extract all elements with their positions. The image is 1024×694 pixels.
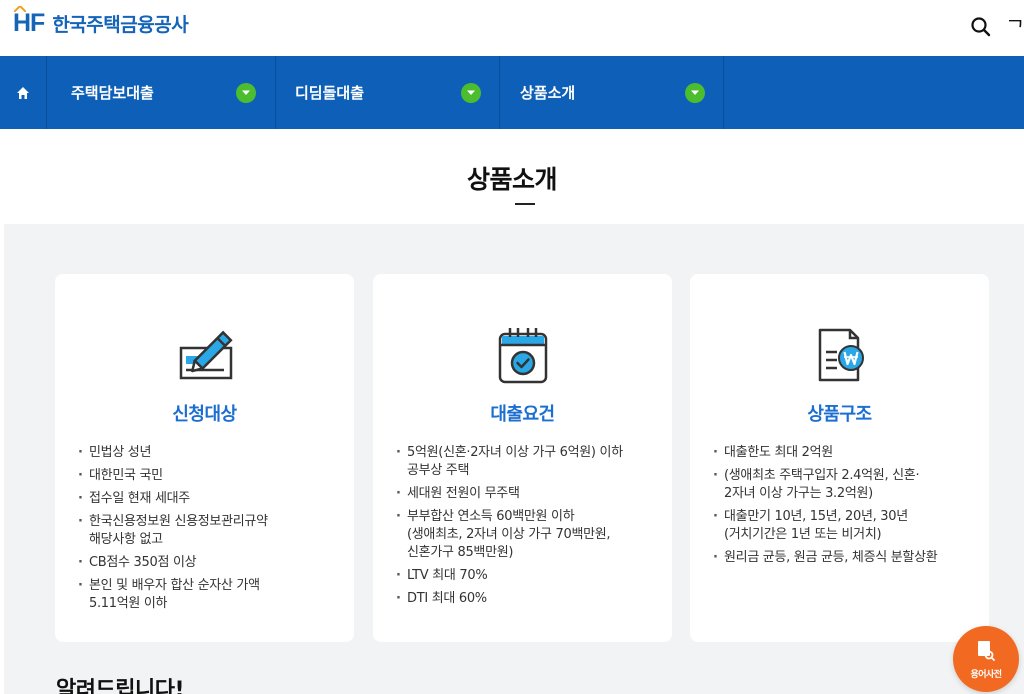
list-item: 대한민국 국민 xyxy=(77,467,340,485)
glossary-button[interactable]: 용어사전 xyxy=(953,626,1019,692)
list-item: CB점수 350점 이상 xyxy=(77,554,340,572)
logo-text: 한국주택금융공사 xyxy=(52,13,189,36)
home-icon[interactable] xyxy=(0,56,46,129)
page-title: 상품소개 xyxy=(466,165,558,194)
list-item: 원리금 균등, 원금 균등, 체증식 분할상환 xyxy=(712,549,975,567)
nav-item-mortgage[interactable]: 주택담보대출 xyxy=(47,56,276,129)
nav-item-product-intro[interactable]: 상품소개 xyxy=(500,56,724,129)
list-item: 세대원 전원이 무주택 xyxy=(395,485,658,503)
list-item: 민법상 성년 xyxy=(77,444,340,462)
logo-mark: HF xyxy=(13,5,45,38)
list-item: 5억원(신혼·2자녀 이상 가구 6억원) 이하공부상 주택 xyxy=(395,444,658,480)
card-title: 상품구조 xyxy=(807,404,872,425)
list-item: DTI 최대 60% xyxy=(395,590,658,608)
list-item: 부부합산 연소득 60백만원 이하(생애최초, 2자녀 이상 가구 70백만원,… xyxy=(395,508,658,562)
nav-item-label: 주택담보대출 xyxy=(71,84,154,102)
main-nav: 주택담보대출 디딤돌대출 상품소개 xyxy=(0,56,1024,129)
nav-item-didimdol[interactable]: 디딤돌대출 xyxy=(276,56,500,129)
nav-item-label: 디딤돌대출 xyxy=(295,84,365,102)
card-list: 5억원(신혼·2자녀 이상 가구 6억원) 이하공부상 주택 세대원 전원이 무… xyxy=(395,444,658,613)
list-item: LTV 최대 70% xyxy=(395,567,658,585)
list-item: 대출한도 최대 2억원 xyxy=(712,444,975,462)
card-title: 대출요건 xyxy=(490,404,555,425)
list-item: 접수일 현재 세대주 xyxy=(77,490,340,508)
card-list: 대출한도 최대 2억원 (생애최초 주택구입자 2.4억원, 신혼·2자녀 이상… xyxy=(712,444,975,572)
header-menu-partial[interactable]: ᄀ xyxy=(1006,12,1024,41)
chevron-down-icon[interactable] xyxy=(685,83,705,103)
list-item: 대출만기 10년, 15년, 20년, 30년(거치기간은 1년 또는 비거치) xyxy=(712,508,975,544)
list-item: 본인 및 배우자 합산 순자산 가액5.11억원 이하 xyxy=(77,577,340,613)
glossary-label: 용어사전 xyxy=(970,670,1002,680)
list-item: 한국신용정보원 신용정보관리규약해당사항 없고 xyxy=(77,513,340,549)
chevron-down-icon[interactable] xyxy=(461,83,481,103)
card-list: 민법상 성년 대한민국 국민 접수일 현재 세대주 한국신용정보원 신용정보관리… xyxy=(77,444,340,618)
list-item: (생애최초 주택구입자 2.4억원, 신혼·2자녀 이상 가구는 3.2억원) xyxy=(712,467,975,503)
card-product-structure: 상품구조 대출한도 최대 2억원 (생애최초 주택구입자 2.4억원, 신혼·2… xyxy=(690,274,989,642)
nav-item-label: 상품소개 xyxy=(520,84,576,102)
title-underline xyxy=(515,203,535,205)
header: HF 한국주택금융공사 ᄀ xyxy=(0,0,1024,56)
card-title: 신청대상 xyxy=(172,404,237,425)
card-loan-requirements: 대출요건 5억원(신혼·2자녀 이상 가구 6억원) 이하공부상 주택 세대원 … xyxy=(373,274,672,642)
notice-heading: 알려드립니다! xyxy=(56,678,184,694)
book-search-icon xyxy=(978,641,995,661)
search-icon[interactable] xyxy=(970,16,992,38)
document-won-icon xyxy=(690,322,989,388)
logo[interactable]: HF 한국주택금융공사 xyxy=(13,5,189,38)
calendar-check-icon xyxy=(373,322,672,388)
document-pen-icon xyxy=(55,322,354,388)
card-eligibility: 신청대상 민법상 성년 대한민국 국민 접수일 현재 세대주 한국신용정보원 신… xyxy=(55,274,354,642)
chevron-down-icon[interactable] xyxy=(236,83,256,103)
